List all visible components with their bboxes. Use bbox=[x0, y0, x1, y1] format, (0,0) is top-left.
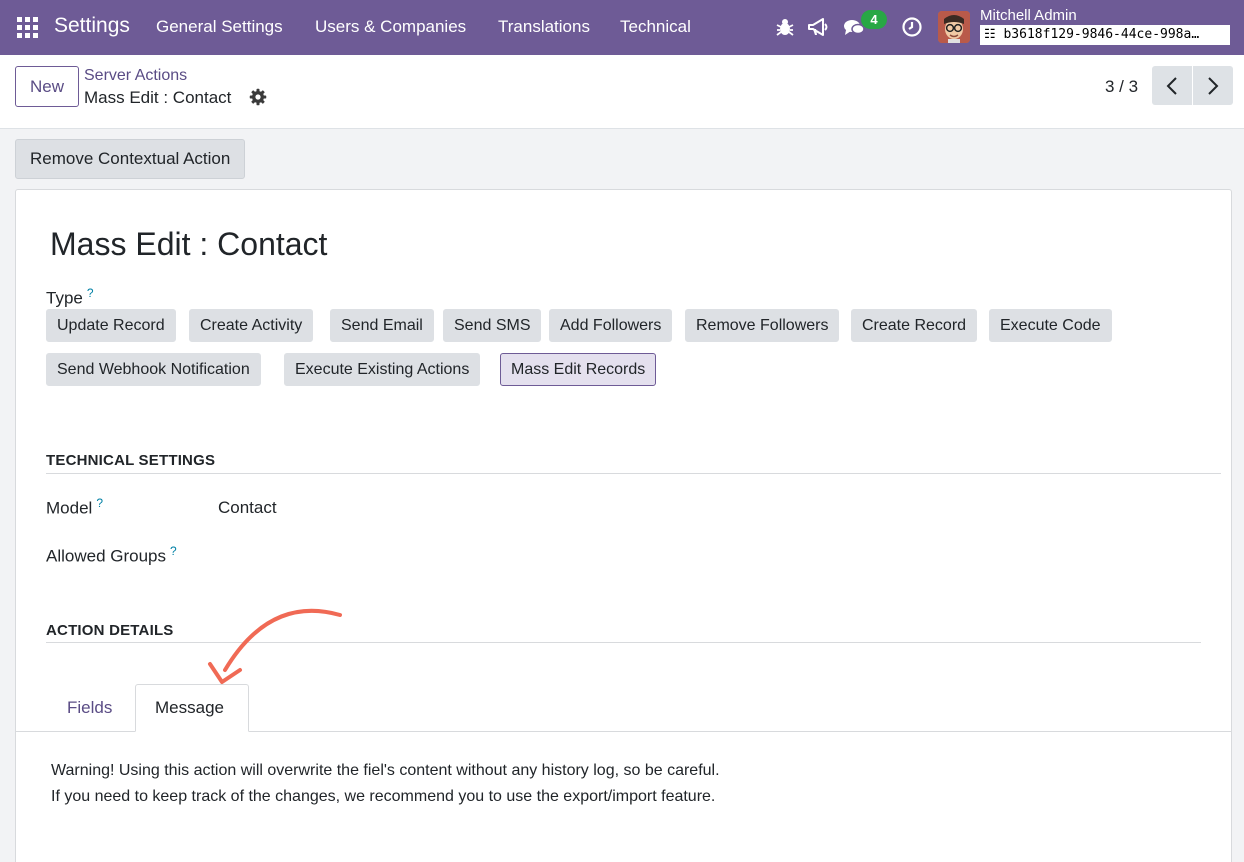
pager-value[interactable]: 3 / 3 bbox=[1105, 77, 1138, 97]
remove-contextual-action-button[interactable]: Remove Contextual Action bbox=[15, 139, 246, 179]
bug-icon[interactable] bbox=[773, 15, 797, 39]
annotation-arrow-icon bbox=[208, 608, 342, 684]
type-label: Type? bbox=[46, 286, 94, 309]
warning-line: Warning! Using this action will overwrit… bbox=[51, 762, 720, 779]
pager-previous-button[interactable] bbox=[1152, 66, 1192, 105]
technical-settings-heading: TECHNICAL SETTINGS bbox=[46, 452, 216, 469]
app-grid-icon[interactable] bbox=[17, 17, 38, 38]
type-execute-code[interactable]: Execute Code bbox=[989, 309, 1112, 342]
pager-next-button[interactable] bbox=[1193, 66, 1233, 105]
type-send-webhook-notification[interactable]: Send Webhook Notification bbox=[46, 353, 261, 386]
avatar[interactable] bbox=[938, 11, 970, 43]
type-execute-existing-actions[interactable]: Execute Existing Actions bbox=[284, 353, 481, 386]
type-create-record[interactable]: Create Record bbox=[851, 309, 978, 342]
type-label-text: Type bbox=[46, 288, 83, 308]
allowed-groups-label: Allowed Groups? bbox=[46, 544, 177, 567]
type-mass-edit-records[interactable]: Mass Edit Records bbox=[500, 353, 657, 386]
type-add-followers[interactable]: Add Followers bbox=[549, 309, 673, 342]
help-tooltip-icon[interactable]: ? bbox=[96, 496, 103, 510]
new-button[interactable]: New bbox=[15, 66, 79, 107]
type-update-record[interactable]: Update Record bbox=[46, 309, 176, 342]
section-divider bbox=[46, 473, 1221, 474]
breadcrumb-current: Mass Edit : Contact bbox=[84, 88, 232, 107]
model-value[interactable]: Contact bbox=[218, 498, 277, 518]
control-panel: New Server Actions Mass Edit : Contact 3… bbox=[0, 55, 1244, 129]
type-remove-followers[interactable]: Remove Followers bbox=[685, 309, 840, 342]
clock-icon[interactable] bbox=[900, 15, 924, 39]
menu-general-settings[interactable]: General Settings bbox=[156, 17, 283, 37]
chevron-right-icon bbox=[1208, 76, 1219, 95]
database-name-text: b3618f129-9846-44ce-998a… bbox=[1003, 27, 1200, 42]
type-send-email[interactable]: Send Email bbox=[330, 309, 434, 342]
chat-count-badge: 4 bbox=[861, 10, 887, 29]
help-tooltip-icon[interactable]: ? bbox=[170, 544, 177, 558]
menu-translations[interactable]: Translations bbox=[498, 17, 590, 37]
app-name[interactable]: Settings bbox=[54, 14, 130, 38]
record-title[interactable]: Mass Edit : Contact bbox=[50, 226, 327, 263]
database-icon: ☷ bbox=[984, 27, 996, 42]
user-name[interactable]: Mitchell Admin bbox=[980, 7, 1077, 24]
type-create-activity[interactable]: Create Activity bbox=[189, 309, 314, 342]
model-label: Model? bbox=[46, 496, 103, 519]
top-navbar: Settings General Settings Users & Compan… bbox=[0, 0, 1244, 55]
help-tooltip-icon[interactable]: ? bbox=[87, 286, 94, 300]
warning-line: If you need to keep track of the changes… bbox=[51, 788, 716, 805]
megaphone-icon[interactable] bbox=[806, 15, 830, 39]
chevron-left-icon bbox=[1166, 76, 1177, 95]
gear-icon[interactable] bbox=[249, 88, 267, 106]
action-details-heading: ACTION DETAILS bbox=[46, 622, 174, 639]
type-send-sms[interactable]: Send SMS bbox=[443, 309, 542, 342]
warning-message: Warning! Using this action will overwrit… bbox=[51, 758, 720, 810]
tab-fields[interactable]: Fields bbox=[67, 698, 112, 718]
database-name: ☷ b3618f129-9846-44ce-998a… bbox=[980, 25, 1230, 45]
menu-users-companies[interactable]: Users & Companies bbox=[315, 17, 466, 37]
allowed-groups-label-text: Allowed Groups bbox=[46, 546, 167, 566]
menu-technical[interactable]: Technical bbox=[620, 17, 691, 37]
model-label-text: Model bbox=[46, 498, 93, 518]
tab-message[interactable]: Message bbox=[155, 698, 224, 718]
breadcrumb-server-actions[interactable]: Server Actions bbox=[84, 67, 187, 85]
